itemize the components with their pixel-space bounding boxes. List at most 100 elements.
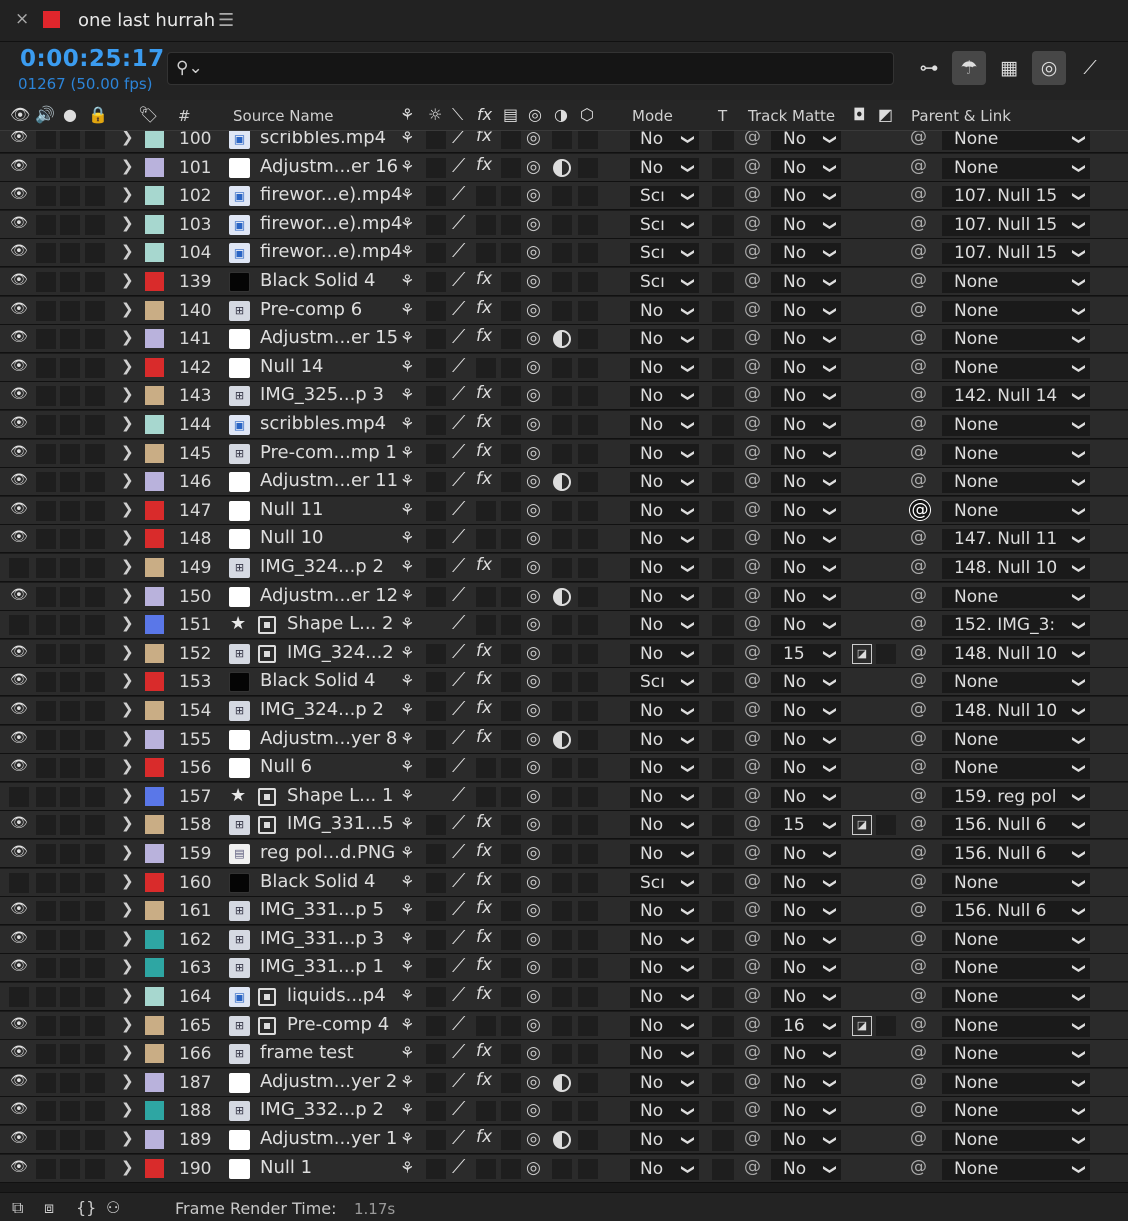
preserve-transparency-box[interactable] (712, 1101, 734, 1123)
panel-menu-icon[interactable]: ☰ (218, 10, 234, 31)
eye-icon[interactable]: 👁 (10, 386, 28, 402)
motion-blur-switch-icon[interactable]: ◎ (526, 357, 541, 377)
shy-switch-icon[interactable]: ⚘ (400, 185, 414, 204)
3d-layer-switch[interactable] (578, 1158, 598, 1179)
lock-box[interactable] (60, 615, 80, 636)
3d-layer-switch[interactable] (578, 529, 598, 550)
effects-switch-icon[interactable]: fx (476, 1041, 492, 1061)
quality-switch-icon[interactable]: ⟋ (452, 212, 465, 234)
layer-source-name[interactable]: Black Solid 4 (260, 871, 375, 892)
track-matte-pickwhip-icon[interactable]: @ (744, 1157, 761, 1177)
collapse-switch[interactable] (426, 1072, 446, 1093)
layer-source-name[interactable]: Adjustm...er 11 (260, 470, 398, 491)
preserve-transparency-box[interactable] (712, 357, 734, 379)
expand-chevron-icon[interactable]: ❯ (121, 471, 134, 489)
track-matte-pickwhip-icon[interactable]: @ (744, 1014, 761, 1034)
blend-mode-dropdown[interactable]: No ❯ (630, 1072, 699, 1094)
preserve-transparency-box[interactable] (712, 386, 734, 408)
quality-switch-icon[interactable]: ⟋ (452, 131, 465, 148)
layer-row[interactable]: 👁 ❯ 188 ⊞ IMG_332...p 2 ⚘ ⟋ ◎ No ❯ @ No ❯ @ None ❯ (0, 1097, 1128, 1126)
solo-box[interactable] (36, 300, 56, 321)
label-color-swatch[interactable] (145, 329, 164, 349)
lock-box[interactable] (60, 1101, 80, 1122)
expand-chevron-icon[interactable]: ❯ (121, 872, 134, 890)
solo-box[interactable] (36, 844, 56, 864)
layer-row[interactable]: 👁 ❯ 166 ⊞ frame test ⚘ ⟋ fx ◎ No ❯ @ No ❯ @ None ❯ (0, 1040, 1128, 1069)
parent-dropdown[interactable]: None ❯ (942, 929, 1090, 951)
effects-switch[interactable] (476, 786, 496, 807)
lock-box[interactable] (60, 415, 80, 435)
shy-box[interactable] (85, 186, 105, 207)
eye-icon[interactable]: 👁 (10, 672, 28, 688)
expand-chevron-icon[interactable]: ❯ (121, 328, 134, 346)
parent-dropdown[interactable]: None ❯ (942, 672, 1090, 694)
motion-blur-switch-icon[interactable]: ◎ (526, 786, 541, 806)
track-matte-dropdown[interactable]: No ❯ (771, 1072, 841, 1094)
motion-blur-switch-icon[interactable]: ◎ (526, 471, 541, 491)
collapse-switch[interactable] (426, 500, 446, 521)
track-matte-dropdown[interactable]: No ❯ (771, 1130, 841, 1151)
track-matte-dropdown[interactable]: No ❯ (771, 1101, 841, 1123)
collapse-switch[interactable] (426, 672, 446, 693)
track-matte-dropdown[interactable]: No ❯ (771, 729, 841, 751)
expand-chevron-icon[interactable]: ❯ (121, 242, 134, 260)
layer-row[interactable]: 👁 ❯ 142 Null 14 ⚘ ⟋ ◎ No ❯ @ No ❯ @ None ❯ (0, 353, 1128, 382)
motion-blur-switch-icon[interactable]: ◎ (526, 1158, 541, 1178)
lock-box[interactable] (60, 1072, 80, 1093)
effects-switch-icon[interactable]: fx (476, 641, 492, 661)
adjustment-switch[interactable] (552, 844, 572, 864)
effects-switch[interactable] (476, 1015, 496, 1036)
track-matte-dropdown[interactable]: No ❯ (771, 987, 841, 1008)
render-time-icon[interactable]: ⚇ (106, 1198, 120, 1217)
collapse-switch[interactable] (426, 472, 446, 493)
shy-box[interactable] (85, 214, 105, 235)
adjustment-switch[interactable] (552, 872, 572, 893)
quality-switch-icon[interactable]: ⟋ (452, 412, 465, 434)
motion-blur-switch-icon[interactable]: ◎ (526, 1072, 541, 1092)
adjustment-switch[interactable] (552, 615, 572, 636)
expand-chevron-icon[interactable]: ❯ (121, 157, 134, 175)
3d-layer-switch[interactable] (578, 386, 598, 407)
preserve-transparency-box[interactable] (712, 529, 734, 551)
eye-icon[interactable]: 👁 (10, 701, 28, 717)
track-matte-pickwhip-icon[interactable]: @ (744, 327, 761, 347)
eye-icon[interactable]: 👁 (10, 730, 28, 746)
3d-layer-switch[interactable] (578, 157, 598, 178)
effects-switch-icon[interactable]: fx (476, 698, 492, 718)
track-matte-dropdown[interactable]: No ❯ (771, 929, 841, 951)
parent-pickwhip-icon[interactable]: @ (910, 184, 927, 204)
solo-box[interactable] (36, 701, 56, 721)
track-matte-pickwhip-icon[interactable]: @ (744, 1071, 761, 1091)
collapse-switch[interactable] (426, 1101, 446, 1122)
label-color-swatch[interactable] (145, 472, 164, 492)
matte-invert-box[interactable] (876, 1015, 896, 1036)
parent-dropdown[interactable]: None ❯ (942, 472, 1090, 494)
track-matte-pickwhip-icon[interactable]: @ (744, 156, 761, 176)
lock-box[interactable] (60, 386, 80, 407)
quality-switch-icon[interactable]: ⟋ (452, 469, 465, 491)
motion-blur-switch-icon[interactable]: ◎ (526, 528, 541, 548)
layer-row[interactable]: 👁 ❯ 152 ⊞ IMG_324...2 ⚘ ⟋ fx ◎ No ❯ @15 ❯ ◪ @148. Null… (0, 639, 1128, 668)
blend-mode-dropdown[interactable]: No ❯ (630, 929, 699, 951)
label-color-swatch[interactable] (145, 987, 164, 1006)
solo-box[interactable] (36, 929, 56, 950)
adjustment-switch[interactable] (552, 529, 572, 550)
effects-switch[interactable] (476, 529, 496, 550)
lock-box[interactable] (60, 901, 80, 922)
3d-layer-switch[interactable] (578, 586, 598, 607)
parent-pickwhip-icon[interactable]: @ (910, 585, 927, 605)
shy-box[interactable] (85, 901, 105, 922)
blend-mode-dropdown[interactable]: No ❯ (630, 386, 699, 408)
effects-switch-icon[interactable]: fx (476, 927, 492, 947)
layer-row[interactable]: 👁 ❯ 146 Adjustm...er 11 ⚘ ⟋ fx ◎ No ❯ @ No ❯ @ None ❯ (0, 468, 1128, 497)
track-matte-dropdown[interactable]: No ❯ (771, 329, 841, 351)
label-color-swatch[interactable] (145, 729, 164, 749)
solo-box[interactable] (36, 643, 56, 664)
track-matte-dropdown[interactable]: No ❯ (771, 758, 841, 780)
parent-dropdown[interactable]: None ❯ (942, 1015, 1090, 1037)
track-matte-dropdown[interactable]: 15 ❯ (771, 815, 841, 837)
lock-box[interactable] (60, 643, 80, 664)
effects-switch[interactable] (476, 758, 496, 779)
eye-icon[interactable]: 👁 (10, 815, 28, 831)
expand-chevron-icon[interactable]: ❯ (121, 131, 134, 146)
